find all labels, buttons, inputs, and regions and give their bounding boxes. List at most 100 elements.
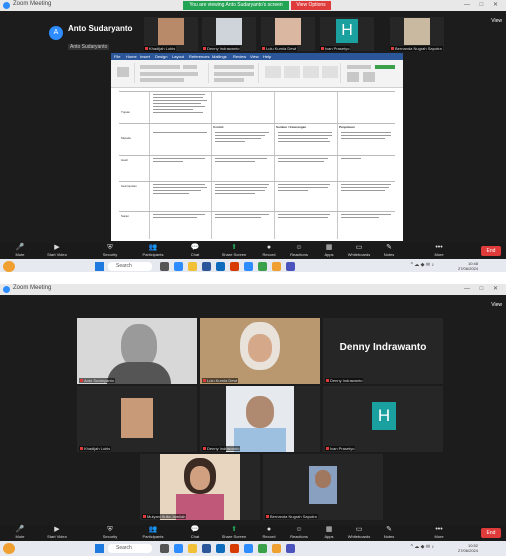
windows-start-icon[interactable]: [95, 544, 104, 553]
taskbar-clock[interactable]: 10:48 27/06/2024: [458, 261, 478, 271]
participant-thumbnail[interactable]: Khadijah Lubis: [144, 17, 198, 51]
windows-start-icon[interactable]: [95, 262, 104, 271]
participant-tile[interactable]: Mulyani Aulia Jamilah: [140, 454, 260, 520]
participant-tile[interactable]: Anto Sudaryanto: [77, 318, 197, 384]
taskview-icon[interactable]: [160, 544, 169, 553]
font-group[interactable]: [137, 63, 209, 83]
ribbon-tab[interactable]: Review: [233, 54, 246, 59]
ribbon-tab[interactable]: Mailings: [212, 54, 227, 59]
shield-icon: ⛨: [107, 244, 113, 251]
mute-button[interactable]: 🎤 Mute: [5, 526, 35, 539]
participant-tile[interactable]: H Ivan Prasetyo: [323, 386, 443, 452]
teams-icon[interactable]: [286, 544, 295, 553]
start-video-button[interactable]: ▶ Start Video: [42, 526, 72, 539]
mic-muted-icon: [80, 379, 83, 382]
participant-tile-active-speaker[interactable]: Lulu Kurnia Dewi: [200, 318, 320, 384]
participant-video: [246, 396, 274, 428]
taskbar-search[interactable]: Search: [108, 262, 152, 271]
notes-button[interactable]: ✎ Notes: [374, 244, 404, 257]
editing-group[interactable]: [343, 63, 399, 83]
whiteboards-button[interactable]: ▭ Whiteboards: [344, 244, 374, 257]
ribbon-tab[interactable]: Home: [126, 54, 137, 59]
weather-widget-icon[interactable]: [3, 543, 15, 554]
system-tray[interactable]: ^ ☁ ◆ ✉ ♪: [411, 262, 434, 268]
record-button[interactable]: ● Record: [254, 244, 284, 257]
chrome-icon[interactable]: [244, 262, 253, 271]
zoom-logo-icon: [3, 2, 10, 9]
mute-button[interactable]: 🎤 Mute: [5, 244, 35, 257]
whiteboards-button[interactable]: ▭ Whiteboards: [344, 526, 374, 539]
share-screen-button[interactable]: ⬆ Share Screen: [219, 526, 249, 539]
office-icon[interactable]: [230, 544, 239, 553]
view-button[interactable]: View: [491, 18, 502, 24]
taskview-icon[interactable]: [160, 262, 169, 271]
window-controls[interactable]: — □ ✕: [464, 1, 502, 8]
chat-button[interactable]: 💬 Chat: [180, 526, 210, 539]
view-button[interactable]: View: [491, 302, 502, 308]
ribbon-tab[interactable]: Insert: [140, 54, 150, 59]
reactions-button[interactable]: ☺ Reactions: [284, 526, 314, 539]
participant-label: Denny Indrawanto: [202, 446, 241, 451]
taskbar-search[interactable]: Search: [108, 544, 152, 553]
participants-button[interactable]: 👥 Participants: [138, 244, 168, 257]
weather-widget-icon[interactable]: [3, 261, 15, 272]
taskbar-clock[interactable]: 10:52 27/06/2024: [458, 543, 478, 553]
participant-tile[interactable]: Bernanda Nugrah Saputra: [263, 454, 383, 520]
chrome-icon[interactable]: [244, 544, 253, 553]
zoom-taskbar-icon[interactable]: [174, 544, 183, 553]
document-page[interactable]: Contoh Sumber / Keterangan Penjelasan Tu…: [119, 91, 395, 239]
ribbon-tab[interactable]: File: [114, 54, 120, 59]
apps-button[interactable]: ▦ Apps: [314, 244, 344, 257]
styles-group[interactable]: [261, 63, 341, 83]
more-button[interactable]: ••• More: [424, 526, 454, 539]
participant-tile[interactable]: Denny Indrawanto Denny Indrawanto: [323, 318, 443, 384]
teams-icon[interactable]: [286, 262, 295, 271]
participant-thumbnail[interactable]: H Ivan Prasetyo: [320, 17, 374, 51]
apps-button[interactable]: ▦ Apps: [314, 526, 344, 539]
participants-button[interactable]: 👥 Participants: [138, 526, 168, 539]
ribbon-tab[interactable]: View: [250, 54, 259, 59]
security-button[interactable]: ⛨ Security: [95, 244, 125, 257]
chat-button[interactable]: 💬 Chat: [180, 244, 210, 257]
notes-button[interactable]: ✎ Notes: [374, 526, 404, 539]
edge-icon[interactable]: [216, 262, 225, 271]
participant-tile[interactable]: Denny Indrawanto: [200, 386, 320, 452]
more-button[interactable]: ••• More: [424, 244, 454, 257]
window-controls[interactable]: — □ ✕: [464, 285, 502, 292]
zoom-taskbar-icon[interactable]: [174, 262, 183, 271]
app-icon[interactable]: [272, 544, 281, 553]
end-meeting-button[interactable]: End: [481, 528, 501, 538]
view-options-button[interactable]: View Options: [291, 1, 331, 10]
ribbon-tab[interactable]: Design: [155, 54, 167, 59]
table-row: Metode: [119, 123, 395, 155]
security-button[interactable]: ⛨ Security: [95, 526, 125, 539]
participant-thumbnail[interactable]: Bernanda Nugrah Saputra: [390, 17, 444, 51]
ribbon-tab[interactable]: Layout: [172, 54, 184, 59]
paragraph-group[interactable]: [211, 63, 259, 83]
excel-icon[interactable]: [258, 262, 267, 271]
edge-icon[interactable]: [216, 544, 225, 553]
end-meeting-button[interactable]: End: [481, 246, 501, 256]
word-icon[interactable]: [202, 544, 211, 553]
ribbon-tab[interactable]: Help: [263, 54, 271, 59]
shared-document-window[interactable]: File Home Insert Design Layout Reference…: [111, 53, 403, 241]
participant-thumbnail[interactable]: Lulu Kurnia Dewi: [261, 17, 315, 51]
share-screen-button[interactable]: ⬆ Share Screen: [219, 244, 249, 257]
record-icon: ●: [266, 244, 272, 251]
start-video-button[interactable]: ▶ Start Video: [42, 244, 72, 257]
participant-tile[interactable]: Khadijah Lubis: [77, 386, 197, 452]
excel-icon[interactable]: [258, 544, 267, 553]
clipboard-group[interactable]: [113, 63, 135, 83]
participant-initial-avatar: H: [372, 402, 396, 430]
app-icon[interactable]: [272, 262, 281, 271]
word-icon[interactable]: [202, 262, 211, 271]
ribbon-tab[interactable]: References: [189, 54, 209, 59]
presenter-name: Anto Sudaryanto: [68, 24, 133, 33]
reactions-button[interactable]: ☺ Reactions: [284, 244, 314, 257]
record-button[interactable]: ● Record: [254, 526, 284, 539]
system-tray[interactable]: ^ ☁ ◆ ✉ ♪: [411, 544, 434, 550]
office-icon[interactable]: [230, 262, 239, 271]
file-explorer-icon[interactable]: [188, 262, 197, 271]
file-explorer-icon[interactable]: [188, 544, 197, 553]
participant-thumbnail[interactable]: Denny Indrawanto: [202, 17, 256, 51]
